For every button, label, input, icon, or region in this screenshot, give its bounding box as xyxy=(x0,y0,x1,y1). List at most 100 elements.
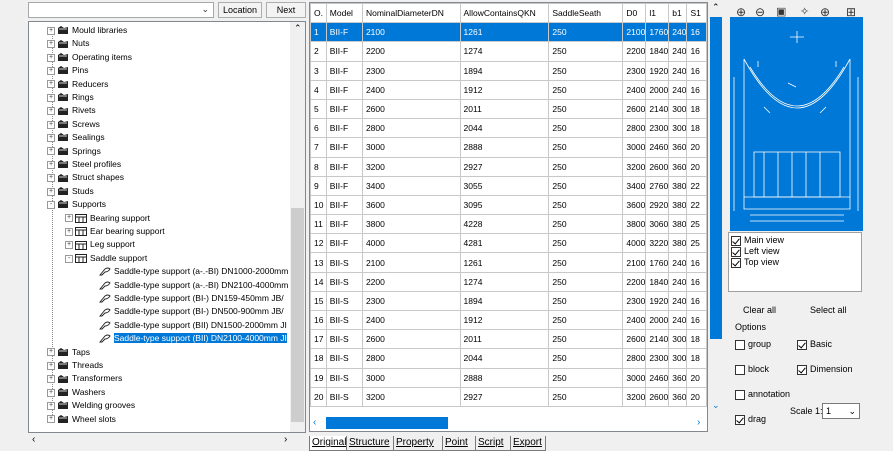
dimension-checkbox[interactable] xyxy=(797,364,807,375)
table-cell[interactable]: 250 xyxy=(548,252,624,273)
table-cell[interactable]: 240 xyxy=(668,60,688,81)
chevron-down-icon[interactable]: ⌄ xyxy=(848,404,856,418)
table-cell[interactable]: 2300 xyxy=(361,60,461,81)
table-row[interactable]: 5 BII-F 2600 2011 250 2600 2140 300 18 xyxy=(310,98,707,120)
table-cell[interactable]: 2300 xyxy=(622,290,647,312)
top-view-option[interactable]: Top view xyxy=(731,257,779,268)
tree-item[interactable]: + Washers xyxy=(47,386,105,399)
tree-item-saddle-part[interactable]: Saddle-type support (a-.-BI) DN2100-4000… xyxy=(89,279,288,292)
expand-icon[interactable]: + xyxy=(47,120,55,129)
table-row[interactable]: 1 BII-F 2100 1261 250 2100 1760 240 16 xyxy=(310,22,707,43)
table-cell[interactable]: BII-S xyxy=(325,290,363,312)
table-cell[interactable]: 2300 xyxy=(645,118,670,139)
chevron-down-icon[interactable]: ⌄ xyxy=(201,4,209,15)
table-cell[interactable]: BII-F xyxy=(325,137,363,158)
table-cell[interactable]: 2200 xyxy=(361,271,461,292)
table-row[interactable]: 14 BII-S 2200 1274 250 2200 1840 240 16 xyxy=(310,271,707,292)
row-number[interactable]: 5 xyxy=(310,98,327,120)
table-cell[interactable]: 2200 xyxy=(361,41,461,62)
table-cell[interactable]: 2927 xyxy=(459,156,550,177)
table-cell[interactable]: 2888 xyxy=(459,137,550,158)
grid-scroll-left-icon[interactable]: ‹ xyxy=(313,417,316,428)
table-cell[interactable]: 2760 xyxy=(645,175,670,196)
tree-item[interactable]: + Studs xyxy=(47,185,94,198)
table-cell[interactable]: 380 xyxy=(668,214,688,235)
table-cell[interactable]: 2400 xyxy=(361,309,461,331)
row-number[interactable]: 2 xyxy=(310,41,327,62)
expand-icon[interactable]: + xyxy=(47,174,55,183)
column-header[interactable]: D0 xyxy=(622,3,647,24)
table-cell[interactable]: 2300 xyxy=(645,348,670,369)
table-cell[interactable]: 1840 xyxy=(645,41,670,62)
table-cell[interactable]: 25 xyxy=(686,233,707,254)
tree-item[interactable]: + Struct shapes xyxy=(47,171,124,184)
table-cell[interactable]: BII-F xyxy=(325,156,363,177)
table-cell[interactable]: 250 xyxy=(548,329,624,350)
table-cell[interactable]: 250 xyxy=(548,194,624,216)
expand-icon[interactable]: + xyxy=(65,241,73,250)
row-number[interactable]: 19 xyxy=(310,367,327,388)
row-number[interactable]: 10 xyxy=(310,194,327,216)
table-cell[interactable]: 2140 xyxy=(645,329,670,350)
table-cell[interactable]: 16 xyxy=(686,79,707,100)
table-cell[interactable]: 3000 xyxy=(361,367,461,388)
table-cell[interactable]: 2600 xyxy=(622,98,647,120)
table-cell[interactable]: 3200 xyxy=(361,156,461,177)
table-cell[interactable]: 16 xyxy=(686,252,707,273)
tree-item-support-child[interactable]: - Saddle support xyxy=(65,252,147,265)
tree-item-saddle-part[interactable]: Saddle-type support (BI-) DN500-900mm JB… xyxy=(89,305,284,318)
row-number[interactable]: 1 xyxy=(310,22,327,43)
table-row[interactable]: 8 BII-F 3200 2927 250 3200 2600 360 20 xyxy=(310,156,707,177)
table-cell[interactable]: 1274 xyxy=(459,271,550,292)
left-view-option[interactable]: Left view xyxy=(731,246,780,257)
table-cell[interactable]: 1261 xyxy=(459,22,550,43)
table-cell[interactable]: 18 xyxy=(686,118,707,139)
expand-icon[interactable]: + xyxy=(47,93,55,102)
table-cell[interactable]: 2044 xyxy=(459,118,550,139)
table-cell[interactable]: 250 xyxy=(548,290,624,312)
clear-all-button[interactable]: Clear all xyxy=(743,305,776,315)
expand-icon[interactable]: + xyxy=(47,107,55,116)
table-cell[interactable]: 2200 xyxy=(622,41,647,62)
tree-item[interactable]: + Nuts xyxy=(47,37,89,50)
table-cell[interactable]: 16 xyxy=(686,271,707,292)
expand-icon[interactable]: + xyxy=(47,133,55,142)
table-cell[interactable]: 240 xyxy=(668,41,688,62)
table-cell[interactable]: BII-F xyxy=(325,60,363,81)
basic-option[interactable]: Basic xyxy=(797,339,832,350)
table-row[interactable]: 15 BII-S 2300 1894 250 2300 1920 240 16 xyxy=(310,290,707,312)
table-row[interactable]: 7 BII-F 3000 2888 250 3000 2460 360 20 xyxy=(310,137,707,158)
table-cell[interactable]: 1760 xyxy=(645,22,670,43)
grid-scroll-right-icon[interactable]: › xyxy=(697,417,700,428)
tree-item-saddle-part[interactable]: Saddle-type support (BI-) DN159-450mm JB… xyxy=(89,292,284,305)
tree-item[interactable]: + Screws xyxy=(47,118,100,131)
select-all-button[interactable]: Select all xyxy=(810,305,847,315)
tab-property[interactable]: Property xyxy=(393,436,443,451)
table-cell[interactable]: 3095 xyxy=(459,194,550,216)
table-cell[interactable]: 2920 xyxy=(645,194,670,216)
row-number[interactable]: 6 xyxy=(310,118,327,139)
table-cell[interactable]: 1912 xyxy=(459,309,550,331)
table-cell[interactable]: BII-F xyxy=(325,118,363,139)
expand-icon[interactable]: + xyxy=(47,375,55,384)
table-cell[interactable]: BII-S xyxy=(325,252,363,273)
table-cell[interactable]: 2800 xyxy=(622,348,647,369)
table-row[interactable]: 17 BII-S 2600 2011 250 2600 2140 300 18 xyxy=(310,329,707,350)
table-cell[interactable]: 240 xyxy=(668,252,688,273)
column-header[interactable]: SaddleSeath xyxy=(548,3,624,24)
table-cell[interactable]: 2600 xyxy=(622,329,647,350)
main-view-option[interactable]: Main view xyxy=(731,235,784,246)
views-list[interactable]: Main view Left view Top view xyxy=(728,232,862,292)
table-cell[interactable]: 250 xyxy=(548,60,624,81)
collapse-icon[interactable]: - xyxy=(47,200,55,209)
table-cell[interactable]: 300 xyxy=(668,329,688,350)
data-grid[interactable]: O. Model NominalDiameterDN AllowContainsQKN… xyxy=(309,2,708,432)
tree-item[interactable]: + Steel profiles xyxy=(47,158,121,171)
table-cell[interactable]: 3055 xyxy=(459,175,550,196)
table-cell[interactable]: 3200 xyxy=(622,156,647,177)
table-cell[interactable]: 2927 xyxy=(459,386,550,407)
table-cell[interactable]: 4000 xyxy=(622,233,647,254)
table-cell[interactable]: 250 xyxy=(548,348,624,369)
collapse-icon[interactable]: - xyxy=(65,254,73,263)
table-cell[interactable]: 250 xyxy=(548,309,624,331)
